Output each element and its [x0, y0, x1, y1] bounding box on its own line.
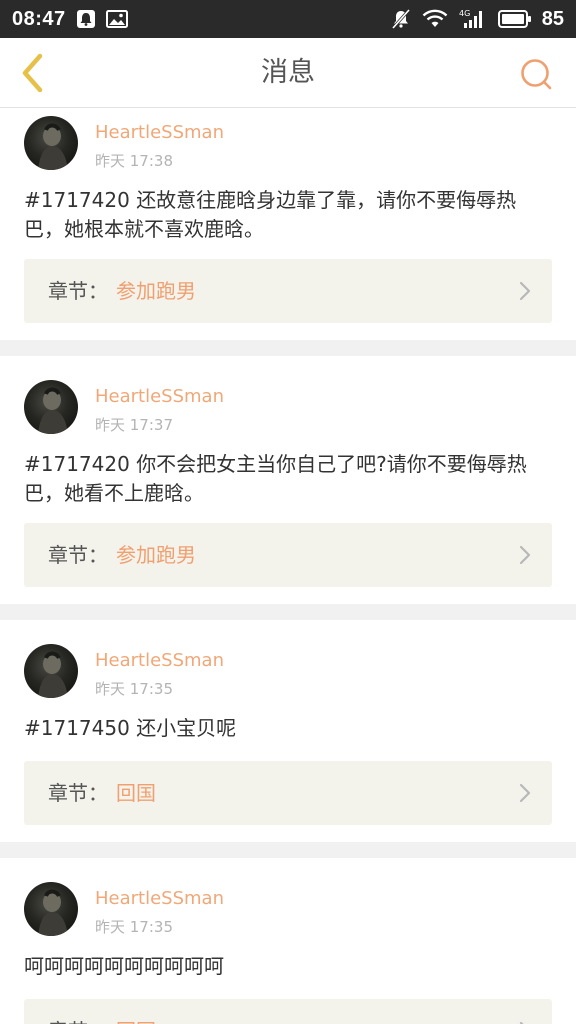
signal-4g-icon: 4G: [458, 8, 488, 30]
username[interactable]: HeartleSSman: [95, 888, 224, 909]
chapter-link[interactable]: 章节： 回国: [24, 761, 552, 825]
message-time: 昨天 17:35: [95, 680, 173, 698]
avatar[interactable]: [24, 380, 78, 434]
image-notification-icon: [105, 9, 128, 29]
chapter-label: 章节：: [48, 999, 108, 1024]
wifi-icon: [422, 9, 448, 29]
chapter-link[interactable]: 章节： 回国: [24, 999, 552, 1024]
chapter-name: 回国: [116, 999, 156, 1024]
message-card: HeartleSSman 昨天 17:35 呵呵呵呵呵呵呵呵呵呵 章节： 回国: [0, 858, 576, 1024]
chapter-name: 参加跑男: [116, 279, 196, 303]
message-time: 昨天 17:37: [95, 416, 173, 434]
notification-app-icon: [76, 9, 96, 29]
chapter-link[interactable]: 章节： 参加跑男: [24, 259, 552, 323]
chapter-label: 章节：: [48, 279, 108, 303]
username[interactable]: HeartleSSman: [95, 386, 224, 407]
message-content: #1717420 你不会把女主当你自己了吧?请你不要侮辱热巴，她看不上鹿晗。: [24, 452, 527, 505]
chapter-name: 回国: [116, 781, 156, 805]
message-time: 昨天 17:35: [95, 918, 173, 936]
search-button[interactable]: [516, 54, 556, 94]
chevron-right-icon: [519, 281, 531, 301]
page-title: 消息: [261, 57, 315, 88]
battery-level: 85: [541, 7, 564, 30]
search-icon: [521, 59, 552, 90]
chevron-right-icon: [519, 783, 531, 803]
network-type-label: 4G: [459, 9, 470, 18]
username[interactable]: HeartleSSman: [95, 650, 224, 671]
message-content: #1717450 还小宝贝呢: [24, 716, 237, 740]
username[interactable]: HeartleSSman: [95, 122, 224, 143]
message-list[interactable]: HeartleSSman 昨天 17:38 #1717420 还故意往鹿晗身边靠…: [0, 108, 576, 1024]
chapter-label: 章节：: [48, 781, 108, 805]
status-bar: 08:47 4G 85: [0, 0, 576, 38]
message-card: HeartleSSman 昨天 17:38 #1717420 还故意往鹿晗身边靠…: [0, 108, 576, 340]
message-time: 昨天 17:38: [95, 152, 173, 170]
message-card: HeartleSSman 昨天 17:35 #1717450 还小宝贝呢 章节：…: [0, 620, 576, 842]
avatar[interactable]: [24, 644, 78, 698]
chevron-right-icon: [519, 1021, 524, 1024]
avatar[interactable]: [24, 882, 78, 936]
mute-icon: [390, 8, 412, 30]
status-bar-left: 08:47: [12, 8, 128, 31]
status-bar-right: 4G 85: [390, 8, 564, 31]
message-card: HeartleSSman 昨天 17:37 #1717420 你不会把女主当你自…: [0, 356, 576, 604]
app-header: 消息: [0, 38, 576, 108]
chapter-link[interactable]: 章节： 参加跑男: [24, 523, 552, 587]
message-content: 呵呵呵呵呵呵呵呵呵呵: [24, 954, 224, 978]
chapter-name: 参加跑男: [116, 543, 196, 567]
message-content: #1717420 还故意往鹿晗身边靠了靠，请你不要侮辱热巴，她根本就不喜欢鹿晗。: [24, 188, 517, 241]
chevron-right-icon: [519, 545, 531, 565]
chapter-label: 章节：: [48, 543, 108, 567]
avatar[interactable]: [24, 116, 78, 170]
battery-icon: [497, 9, 532, 29]
clock: 08:47: [12, 7, 66, 30]
